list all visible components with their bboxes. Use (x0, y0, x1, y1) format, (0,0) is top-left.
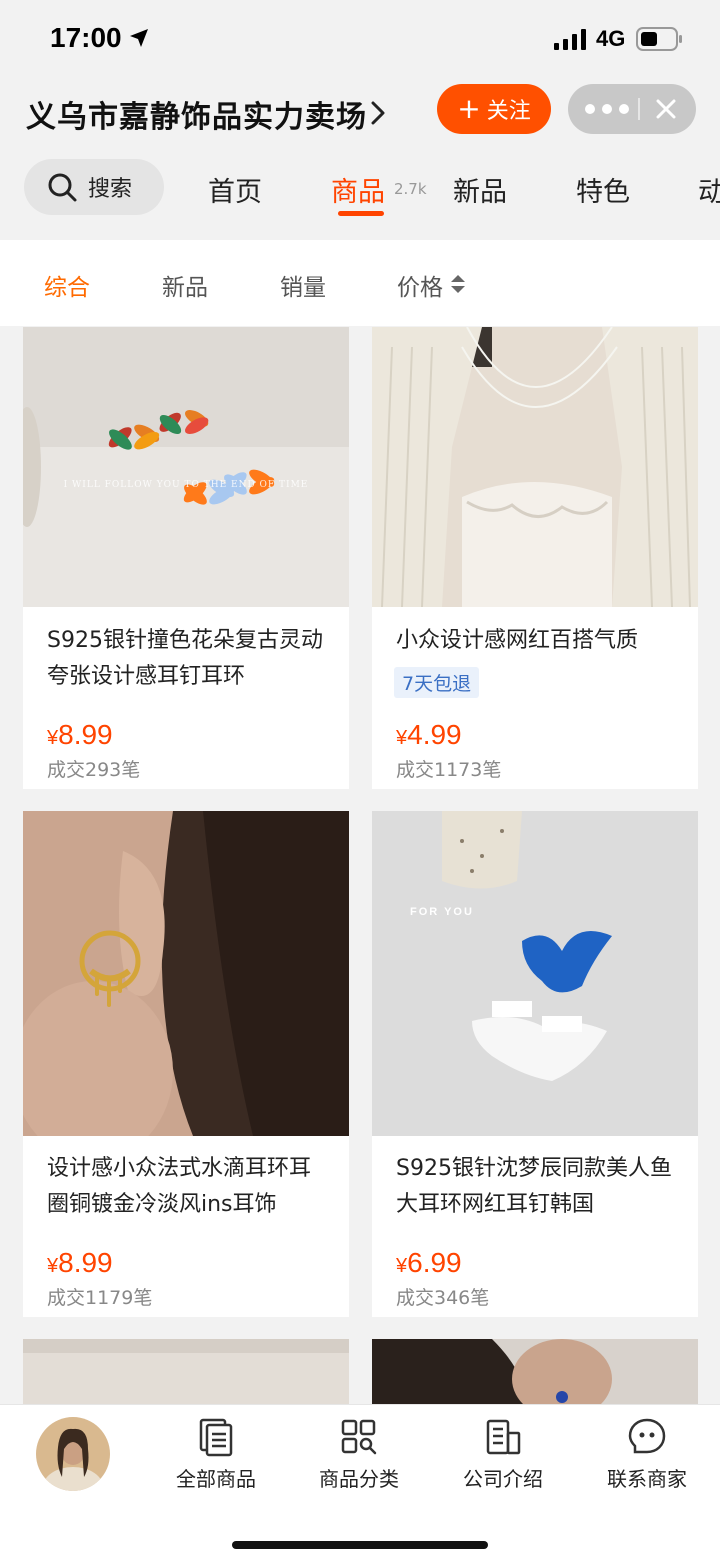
close-icon[interactable] (656, 99, 676, 119)
contact-icon (628, 1418, 666, 1454)
all-products-icon (199, 1418, 233, 1457)
bottom-bar: 全部商品 商品分类 公司介绍 联系商家 (0, 1404, 720, 1558)
price-value: 4.99 (407, 719, 462, 750)
company-intro-label: 公司介绍 (463, 1467, 543, 1491)
search-label: 搜索 (88, 177, 133, 202)
product-image (23, 1339, 349, 1409)
search-icon (48, 173, 77, 202)
product-sold-count: 成交346笔 (396, 1287, 490, 1309)
price-currency: ¥ (396, 727, 408, 749)
return-policy-tag: 7天包退 (394, 667, 480, 698)
product-image (23, 811, 349, 1136)
location-arrow-icon (130, 29, 148, 47)
shop-avatar-image (36, 1417, 110, 1491)
product-title: S925银针撞色花朵复古灵动夸张设计感耳钉耳环 (47, 628, 323, 689)
product-title: S925银针沈梦辰同款美人鱼大耳环网红耳钉韩国 (396, 1156, 672, 1217)
sort-new[interactable]: 新品 (162, 268, 208, 302)
contact-seller-label: 联系商家 (607, 1467, 687, 1491)
product-card[interactable]: 小众设计感网红百搭气质 7天包退 ¥4.99 成交1173笔 (372, 327, 698, 789)
all-products-label: 全部商品 (176, 1467, 256, 1491)
product-card[interactable]: 设计感小众法式水滴耳环耳圈铜镀金冷淡风ins耳饰 ¥8.99 成交1179笔 (23, 811, 349, 1317)
product-sold-count: 成交1179笔 (47, 1287, 153, 1309)
signal-icon (554, 29, 586, 50)
product-price: ¥6.99 (396, 1247, 462, 1279)
plus-icon: + (457, 92, 481, 125)
battery-icon (636, 27, 682, 51)
product-title: 设计感小众法式水滴耳环耳圈铜镀金冷淡风ins耳饰 (47, 1156, 312, 1217)
category-icon (341, 1419, 377, 1455)
company-intro-button[interactable]: 公司介绍 (438, 1417, 568, 1497)
shop-avatar[interactable] (36, 1417, 110, 1491)
product-sold-count: 成交293笔 (47, 759, 141, 781)
price-currency: ¥ (47, 1255, 59, 1277)
sort-sales[interactable]: 销量 (280, 268, 326, 302)
product-image: I WILL FOLLOW YOU TO THE END OF TIME (23, 327, 349, 607)
product-card[interactable]: FOR YOU S925银针沈梦辰同款美人鱼大耳环网红耳钉韩国 ¥6.99 成交… (372, 811, 698, 1317)
price-value: 8.99 (58, 719, 113, 750)
sort-bar: 综合 新品 销量 价格 (0, 240, 720, 326)
contact-seller-button[interactable]: 联系商家 (582, 1417, 712, 1497)
image-caption-text: FOR YOU (410, 906, 474, 918)
category-label: 商品分类 (319, 1467, 399, 1491)
product-card[interactable]: I WILL FOLLOW YOU TO THE END OF TIME S92… (23, 327, 349, 789)
status-time: 17:00 (50, 22, 122, 53)
sort-arrows-icon[interactable] (450, 274, 466, 294)
tab-home[interactable]: 首页 (208, 170, 262, 209)
search-button[interactable]: 搜索 (24, 159, 164, 215)
follow-label: 关注 (486, 99, 531, 124)
price-value: 6.99 (407, 1247, 462, 1278)
sort-comprehensive[interactable]: 综合 (44, 268, 90, 302)
chevron-right-icon[interactable] (370, 100, 386, 126)
product-price: ¥8.99 (47, 719, 113, 751)
all-products-button[interactable]: 全部商品 (151, 1417, 281, 1497)
sort-price[interactable]: 价格 (397, 268, 443, 302)
company-icon (486, 1419, 521, 1455)
product-image (372, 327, 698, 607)
shop-header: 义乌市嘉静饰品实力卖场 + 关注 搜索 首页 商品 2.7k 新品 特色 动 (0, 78, 720, 240)
network-label: 4G (596, 26, 626, 51)
shop-name[interactable]: 义乌市嘉静饰品实力卖场 (26, 92, 367, 136)
product-image (372, 1339, 698, 1409)
follow-button[interactable]: + 关注 (437, 84, 551, 134)
home-indicator[interactable] (232, 1541, 488, 1549)
status-bar: 17:00 4G (0, 0, 720, 78)
tab-dynamic[interactable]: 动 (698, 170, 720, 209)
product-card[interactable] (372, 1339, 698, 1409)
more-icon[interactable] (584, 103, 630, 115)
miniprogram-capsule (568, 84, 696, 134)
category-button[interactable]: 商品分类 (294, 1417, 424, 1497)
price-currency: ¥ (47, 727, 59, 749)
product-price: ¥8.99 (47, 1247, 113, 1279)
price-currency: ¥ (396, 1255, 408, 1277)
tab-new[interactable]: 新品 (453, 170, 507, 209)
tab-active-indicator (338, 211, 384, 216)
price-value: 8.99 (58, 1247, 113, 1278)
product-title: 小众设计感网红百搭气质 (396, 628, 639, 653)
product-image: FOR YOU (372, 811, 698, 1136)
product-card[interactable] (23, 1339, 349, 1409)
product-price: ¥4.99 (396, 719, 462, 751)
tab-featured[interactable]: 特色 (576, 170, 630, 209)
tab-products[interactable]: 商品 (331, 170, 385, 209)
capsule-divider (638, 98, 640, 120)
tab-products-count: 2.7k (394, 180, 427, 198)
image-watermark-text: I WILL FOLLOW YOU TO THE END OF TIME (64, 480, 309, 490)
product-sold-count: 成交1173笔 (396, 759, 502, 781)
